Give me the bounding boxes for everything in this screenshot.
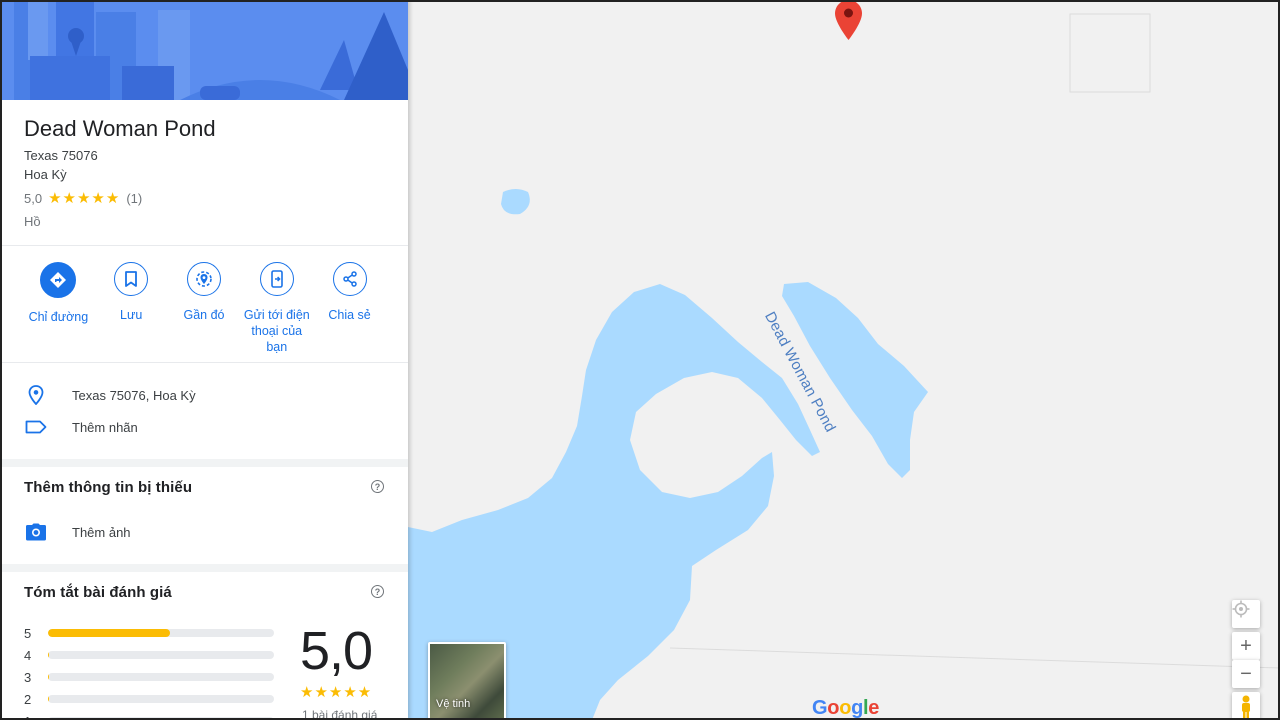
section-divider [0,459,408,467]
satellite-label: Vệ tinh [436,698,471,710]
rating-stars-icon: ★★★★★ [48,190,121,207]
nearby-label: Gần đó [183,308,225,322]
add-label-row[interactable]: Thêm nhãn [24,415,138,439]
label-tag-icon [24,415,48,439]
address-text: Texas 75076, Hoa Kỳ [72,387,196,403]
crosshair-icon [1232,600,1250,618]
place-category[interactable]: Hồ [24,214,41,229]
share-icon [332,262,367,296]
section-divider [0,564,408,572]
divider [0,362,408,363]
rating-bar-star: 1 [24,714,48,720]
rating-bar-fill [48,695,49,703]
rating-bar-fill [48,651,49,659]
send-to-phone-button[interactable]: Gửi tới điện thoại của bạn [240,262,313,355]
directions-label: Chỉ đường [28,310,89,324]
directions-button[interactable]: Chỉ đường [22,262,95,355]
rating-summary: 5,0 ★★★★★ (1) [24,189,142,207]
rating-bar-row[interactable]: 2 [24,688,274,710]
nearby-icon [186,262,221,296]
street-view-pegman[interactable] [1232,692,1260,720]
save-label: Lưu [120,308,143,322]
zoom-in-button[interactable]: + [1232,632,1260,660]
average-stars-icon: ★★★★★ [300,684,373,701]
rating-distribution: 5 4 3 2 1 [24,622,274,720]
hero-illustration [0,0,408,100]
camera-icon [24,520,48,544]
rating-bar-track [48,629,274,637]
location-pin-icon[interactable] [835,0,862,40]
rating-bar-fill [48,629,171,637]
place-side-panel: Dead Woman Pond Texas 75076 Hoa Kỳ 5,0 ★… [0,0,408,720]
share-label: Chia sẻ [328,308,371,322]
rating-bar-row[interactable]: 5 [24,622,274,644]
average-score: 5,0 [300,621,373,681]
review-count-link[interactable]: (1) [126,191,142,206]
place-title: Dead Woman Pond [24,116,216,141]
google-logo: Google [812,697,880,719]
rating-value: 5,0 [24,190,43,206]
directions-icon [40,262,77,298]
rating-bar-fill [48,673,49,681]
add-photo-row[interactable]: Thêm ảnh [24,520,131,544]
review-count-link[interactable]: 1 bài đánh giá [302,708,377,720]
rating-bar-star: 2 [24,691,32,707]
action-bar: Chỉ đường Lưu Gần đó Gửi tới điện thoại … [22,262,386,355]
my-location-button[interactable] [1232,600,1260,628]
save-button[interactable]: Lưu [95,262,168,355]
divider [0,245,408,246]
rating-bar-star: 4 [24,647,32,663]
pegman-icon [1242,695,1250,718]
rating-bar-row[interactable]: 4 [24,644,274,666]
zoom-out-button[interactable]: − [1232,660,1260,688]
add-photo-text: Thêm ảnh [72,524,131,540]
help-icon[interactable]: ? [371,480,384,493]
map-canvas[interactable]: Dead Woman Pond Vệ tinh Google + − [408,0,1280,720]
share-button[interactable]: Chia sẻ [313,262,386,355]
missing-info-title: Thêm thông tin bị thiếu [24,479,193,496]
city-illustration-icon [0,0,408,100]
rating-bar-star: 3 [24,669,32,685]
send-to-phone-icon [259,262,294,296]
address-row[interactable]: Texas 75076, Hoa Kỳ [24,383,196,407]
help-icon[interactable]: ? [371,585,384,598]
rating-bar-star: 5 [24,625,32,641]
rating-bar-row[interactable]: 1 [24,710,274,720]
bookmark-icon [114,262,149,296]
rating-bar-track [48,695,274,703]
review-summary-title: Tóm tắt bài đánh giá [24,584,172,601]
rating-bar-track [48,673,274,681]
location-pin-icon [24,383,48,407]
rating-bar-track [48,651,274,659]
add-label-text: Thêm nhãn [72,419,138,435]
rating-bar-row[interactable]: 3 [24,666,274,688]
satellite-toggle[interactable]: Vệ tinh [428,642,506,720]
map-water [408,13,1280,720]
nearby-button[interactable]: Gần đó [168,262,241,355]
place-address-line1: Texas 75076 [24,148,98,163]
send-to-phone-label: Gửi tới điện thoại của bạn [243,308,310,354]
place-address-line2: Hoa Kỳ [24,167,67,182]
